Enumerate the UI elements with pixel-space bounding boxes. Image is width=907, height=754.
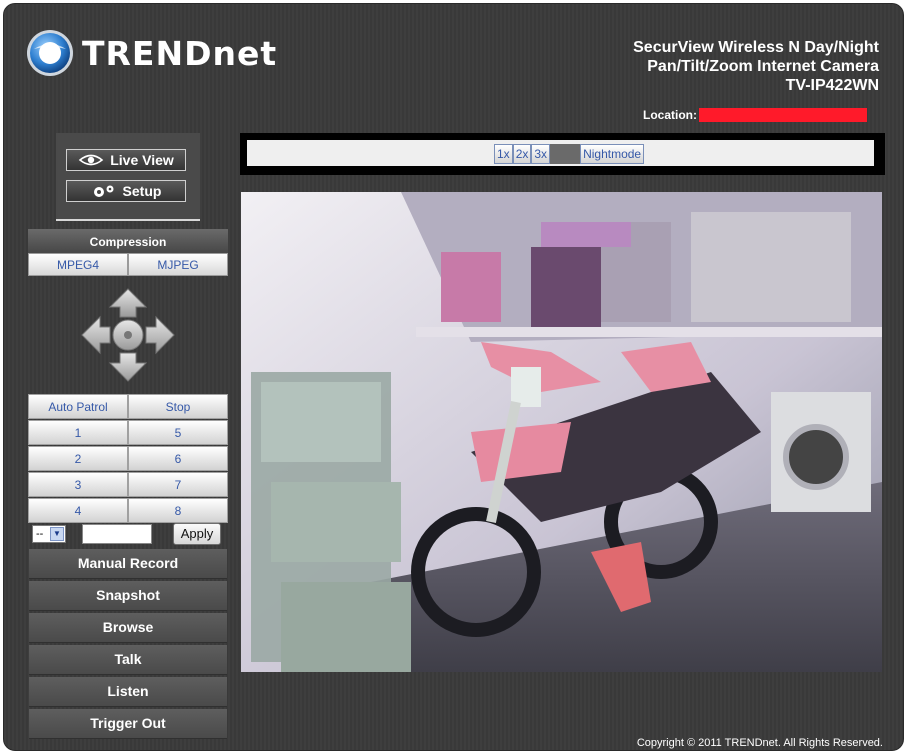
- product-model: TV-IP422WN: [785, 77, 879, 94]
- trendnet-logo: TRENDnet: [26, 26, 277, 80]
- trendnet-logo-icon: [27, 30, 73, 76]
- setup-label: Setup: [122, 183, 162, 199]
- compression-mjpeg[interactable]: MJPEG: [128, 253, 228, 276]
- mode-panel: Live View Setup: [56, 133, 200, 221]
- talk-button[interactable]: Talk: [29, 645, 227, 675]
- listen-button[interactable]: Listen: [29, 677, 227, 707]
- compression-panel: Compression MPEG4 MJPEG: [28, 229, 228, 276]
- preset-4[interactable]: 4: [28, 498, 128, 523]
- compression-title: Compression: [28, 229, 228, 253]
- snapshot-button[interactable]: Snapshot: [29, 581, 227, 611]
- stop-button[interactable]: Stop: [128, 394, 228, 419]
- gears-icon: [93, 185, 114, 197]
- setup-button[interactable]: Setup: [66, 180, 186, 202]
- patrol-panel: Auto Patrol Stop 1 5 2 6 3 7 4 8: [28, 394, 228, 524]
- preset-name-input[interactable]: [82, 524, 152, 544]
- arrow-right-icon[interactable]: [145, 315, 175, 355]
- brand-name: TRENDnet: [82, 33, 278, 73]
- preset-3[interactable]: 3: [28, 472, 128, 497]
- location: Location:: [643, 108, 867, 122]
- arrow-down-icon[interactable]: [108, 352, 148, 382]
- location-label: Location:: [643, 108, 697, 122]
- chevron-down-icon[interactable]: ▼: [50, 527, 64, 541]
- zoom-3x-button[interactable]: 3x: [531, 144, 551, 164]
- arrow-up-icon[interactable]: [108, 288, 148, 318]
- ptz-control: [81, 288, 175, 382]
- apply-button[interactable]: Apply: [173, 523, 221, 545]
- location-value-redacted: [699, 108, 867, 122]
- preset-apply-row: -- ▼ Apply: [32, 523, 222, 545]
- zoom-bar: 1x 2x 3x Nightmode: [247, 140, 874, 166]
- preset-1[interactable]: 1: [28, 420, 128, 445]
- preset-7[interactable]: 7: [128, 472, 228, 497]
- camera-image: [241, 192, 882, 672]
- live-view-button[interactable]: Live View: [66, 149, 186, 171]
- trigger-out-button[interactable]: Trigger Out: [29, 709, 227, 739]
- app-frame: TRENDnet SecurView Wireless N Day/Night …: [3, 3, 904, 751]
- nightmode-button[interactable]: Nightmode: [580, 144, 645, 164]
- copyright: Copyright © 2011 TRENDnet. All Rights Re…: [636, 737, 883, 749]
- preset-select-value: --: [36, 528, 44, 540]
- preset-6[interactable]: 6: [128, 446, 228, 471]
- manual-record-button[interactable]: Manual Record: [29, 549, 227, 579]
- zoom-spacer: [550, 144, 581, 164]
- preset-select[interactable]: -- ▼: [32, 525, 66, 543]
- home-dot: [124, 331, 132, 339]
- product-title: SecurView Wireless N Day/Night Pan/Tilt/…: [633, 38, 879, 95]
- preset-8[interactable]: 8: [128, 498, 228, 523]
- action-buttons: Manual Record Snapshot Browse Talk Liste…: [29, 549, 227, 741]
- preset-2[interactable]: 2: [28, 446, 128, 471]
- auto-patrol-button[interactable]: Auto Patrol: [28, 394, 128, 419]
- zoom-toolbar: 1x 2x 3x Nightmode: [240, 133, 885, 175]
- product-line-2: Pan/Tilt/Zoom Internet Camera: [647, 58, 879, 75]
- live-view-label: Live View: [110, 152, 174, 168]
- arrow-left-icon[interactable]: [81, 315, 111, 355]
- product-line-1: SecurView Wireless N Day/Night: [633, 39, 879, 56]
- preset-5[interactable]: 5: [128, 420, 228, 445]
- live-video-feed[interactable]: [241, 192, 882, 672]
- browse-button[interactable]: Browse: [29, 613, 227, 643]
- zoom-2x-button[interactable]: 2x: [512, 144, 532, 164]
- compression-mpeg4[interactable]: MPEG4: [28, 253, 128, 276]
- zoom-1x-button[interactable]: 1x: [494, 144, 513, 164]
- eye-icon: [78, 154, 104, 166]
